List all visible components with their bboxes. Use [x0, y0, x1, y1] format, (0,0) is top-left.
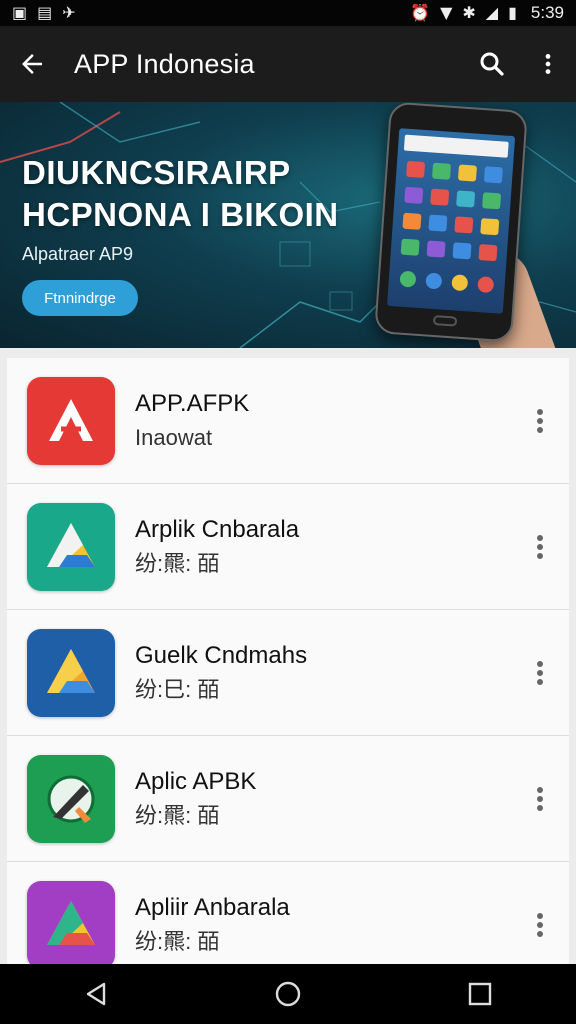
- phone-illustration: [374, 102, 528, 343]
- system-nav-bar: [0, 964, 576, 1024]
- banner-subtitle: Alpatraer AP9: [22, 244, 134, 264]
- list-item[interactable]: APP.AFPK Inaowat: [7, 358, 569, 484]
- app-name: APP.AFPK: [135, 389, 250, 417]
- app-list-card: APP.AFPK Inaowat Arplik Cnbarala 纷:羆: 皕: [7, 358, 569, 964]
- status-time: 5:39: [530, 3, 564, 22]
- app-subtitle: 纷:羆: 皕: [135, 550, 220, 576]
- status-left-icons: ▣ ▤ ✈: [12, 5, 76, 21]
- list-item[interactable]: Arplik Cnbarala 纷:羆: 皕: [7, 484, 569, 610]
- bluetooth-icon: ✱: [462, 3, 476, 22]
- page-title: APP Indonesia: [74, 48, 255, 79]
- gallery-icon: ▣: [12, 3, 28, 22]
- battery-icon: ▮: [508, 3, 517, 22]
- search-icon: [480, 52, 504, 76]
- app-subtitle: 纷:羆: 皕: [135, 802, 220, 828]
- list-item-texts: APP.AFPK Inaowat: [135, 387, 511, 455]
- list-item-texts: Arplik Cnbarala 纷:羆: 皕: [135, 513, 511, 581]
- arrow-back-icon: [22, 54, 42, 74]
- signal-icon: ◢: [485, 3, 499, 22]
- nav-back-button[interactable]: [66, 964, 126, 1024]
- banner-headline-line1: DIUKNCSIRAIRP: [22, 154, 291, 191]
- app-name: Arplik Cnbarala: [135, 515, 300, 543]
- nav-home-button[interactable]: [258, 964, 318, 1024]
- red-app-icon: [27, 376, 115, 465]
- banner-headline-line2: HCPNONA I BIKOIN: [22, 196, 339, 233]
- list-item[interactable]: Aplic APBK 纷:羆: 皕: [7, 736, 569, 862]
- more-vert-icon: [545, 54, 551, 74]
- blue-triangle-app-icon: [27, 628, 115, 717]
- nav-home-icon: [275, 981, 301, 1007]
- app-bar: APP Indonesia: [0, 26, 576, 102]
- green-compass-app-icon: [27, 754, 115, 843]
- more-vert-icon: [537, 408, 543, 433]
- promo-banner[interactable]: DIUKNCSIRAIRP HCPNONA I BIKOIN Alpatraer…: [0, 102, 576, 348]
- nav-back-icon: [86, 982, 106, 1006]
- app-subtitle: Inaowat: [135, 424, 213, 450]
- item-more-button[interactable]: [511, 643, 569, 703]
- phone-app-grid: [399, 160, 503, 293]
- app-name: Aplic APBK: [135, 767, 257, 795]
- status-right-icons: ⏰ ▼ ✱ ◢ ▮ 5:39: [410, 3, 564, 23]
- list-item[interactable]: Guelk Cndmahs 纷:巳: 皕: [7, 610, 569, 736]
- search-button[interactable]: [464, 26, 520, 102]
- purple-triangle-app-icon: [27, 880, 115, 964]
- list-item-texts: Aplic APBK 纷:羆: 皕: [135, 765, 511, 833]
- more-vert-icon: [537, 912, 543, 937]
- app-list: APP.AFPK Inaowat Arplik Cnbarala 纷:羆: 皕: [0, 348, 576, 964]
- list-item-texts: Apliir Anbarala 纷:羆: 皕: [135, 891, 511, 959]
- item-more-button[interactable]: [511, 769, 569, 829]
- app-subtitle: 纷:羆: 皕: [135, 928, 220, 954]
- status-bar: ▣ ▤ ✈ ⏰ ▼ ✱ ◢ ▮ 5:39: [0, 0, 576, 26]
- airplane-icon: ✈: [62, 3, 76, 22]
- app-subtitle: 纷:巳: 皕: [135, 676, 220, 702]
- image-icon: ▤: [37, 3, 53, 22]
- banner-headline: DIUKNCSIRAIRP HCPNONA I BIKOIN: [22, 152, 339, 236]
- more-vert-icon: [537, 660, 543, 685]
- list-item[interactable]: Apliir Anbarala 纷:羆: 皕: [7, 862, 569, 964]
- item-more-button[interactable]: [511, 517, 569, 577]
- phone-home-button: [432, 315, 458, 327]
- back-button[interactable]: [0, 26, 64, 102]
- overflow-menu-button[interactable]: [520, 26, 576, 102]
- more-vert-icon: [537, 786, 543, 811]
- wifi-icon: ▼: [440, 3, 453, 22]
- app-name: Apliir Anbarala: [135, 893, 290, 921]
- banner-cta-button[interactable]: Ftnnindrge: [22, 280, 138, 316]
- item-more-button[interactable]: [511, 895, 569, 955]
- list-item-texts: Guelk Cndmahs 纷:巳: 皕: [135, 639, 511, 707]
- nav-recents-icon: [468, 982, 492, 1006]
- phone-screen: [387, 128, 516, 314]
- more-vert-icon: [537, 534, 543, 559]
- alarm-icon: ⏰: [410, 3, 431, 22]
- item-more-button[interactable]: [511, 391, 569, 451]
- teal-triangle-app-icon: [27, 502, 115, 591]
- app-name: Guelk Cndmahs: [135, 641, 308, 669]
- nav-recents-button[interactable]: [450, 964, 510, 1024]
